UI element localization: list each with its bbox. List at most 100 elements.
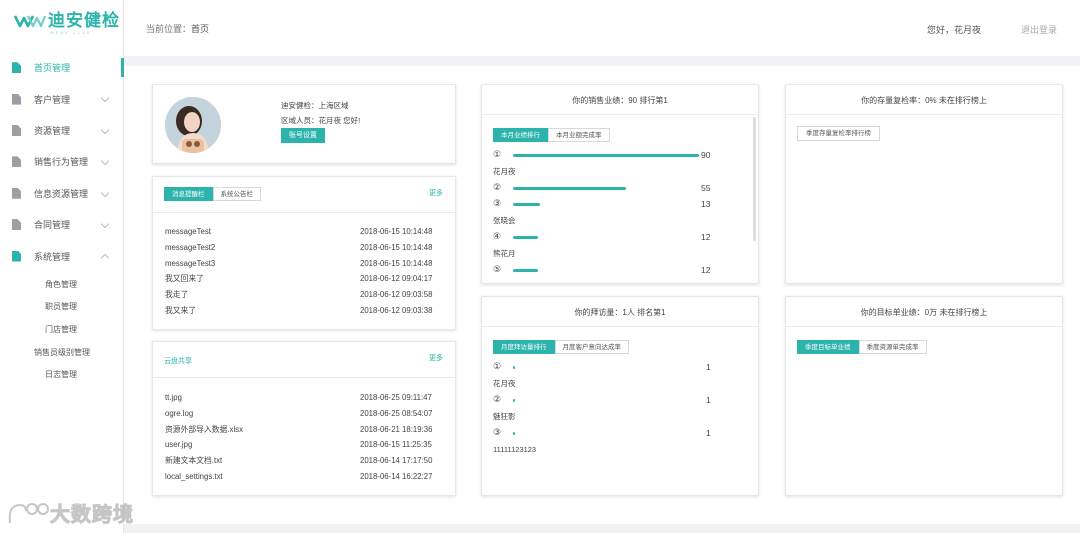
profile-staff: 区域人员：花月夜 您好! (281, 115, 360, 126)
tab-monthly-intent-rate[interactable]: 月度客户意向达成率 (554, 340, 629, 354)
sidebar-item-resources[interactable]: 资源管理 (0, 115, 124, 146)
sidebar-item-label: 系统管理 (34, 251, 71, 262)
file-name: user.jpg (165, 440, 193, 450)
submenu-item-logs[interactable]: 日志管理 (0, 364, 124, 387)
tab-system-announcements[interactable]: 系统公告栏 (212, 187, 261, 201)
watermark-text: 大数跨境 (50, 502, 134, 527)
list-item[interactable]: tt.jpg 2018-06-25 09:11:47 (165, 390, 445, 406)
list-item[interactable]: messageTest3 2018-06-15 10:14:48 (165, 256, 445, 272)
sidebar-item-home[interactable]: 首页管理 (0, 52, 124, 83)
list-item[interactable]: 资源外部导入数据.xlsx 2018-06-21 18:19:36 (165, 422, 445, 438)
messages-more-link[interactable]: 更多 (429, 188, 443, 198)
rank-bar (513, 187, 627, 190)
profile-company: 迪安健检：上海区域 (281, 100, 349, 111)
ranking-row: ⑤ 12 (493, 262, 744, 278)
submenu-item-sales-levels[interactable]: 销售员级别管理 (0, 342, 124, 365)
sidebar-item-info-resources[interactable]: 信息资源管理 (0, 178, 124, 209)
tab-quarterly-resource-rate[interactable]: 季度资源单完成率 (858, 340, 927, 354)
rank-number: ② (493, 394, 502, 404)
document-icon (12, 62, 21, 73)
sales-card-header: 你的销售业绩：90 排行第1 (482, 85, 758, 115)
list-item[interactable]: local_settings.txt 2018-06-14 16:22:27 (165, 469, 445, 485)
brand-logo[interactable]: 迪安健检 WEBE CLUB (14, 12, 120, 36)
bottom-strip (124, 524, 1080, 533)
document-icon (12, 251, 21, 262)
tab-quarterly-target[interactable]: 季度目标单业绩 (797, 340, 859, 354)
message-time: 2018-06-15 10:14:48 (360, 227, 433, 236)
rank-bar (513, 269, 539, 272)
sidebar-item-label: 客户管理 (34, 94, 71, 105)
watermark-logo-icon (8, 502, 49, 523)
sales-ranking-list: ① 90 花月夜 ② 55 ③ 13 张晓会 ④ 12 熊花月 ⑤ 12 (493, 147, 744, 278)
list-item[interactable]: messageTest 2018-06-15 10:14:48 (165, 224, 445, 240)
stock-title: 你的存量复检率：0% 未在排行榜上 (861, 96, 987, 105)
message-title: 我走了 (165, 290, 189, 300)
messages-list: messageTest 2018-06-15 10:14:48 messageTe… (165, 224, 445, 319)
quarterly-stock-rank-button[interactable]: 季度存量复检率排行榜 (797, 126, 880, 141)
rank-person-name: 花月夜 (493, 167, 516, 176)
cloud-share-more-link[interactable]: 更多 (429, 353, 443, 363)
chevron-down-icon (100, 219, 110, 229)
list-item[interactable]: 新建文本文档.txt 2018-06-14 17:17:50 (165, 453, 445, 469)
sidebar-item-contracts[interactable]: 合同管理 (0, 209, 124, 240)
list-item[interactable]: 我又回来了 2018-06-12 09:04:17 (165, 271, 445, 287)
rank-person-name: 熊花月 (493, 249, 516, 258)
cloud-share-card: 云盘共享 更多 tt.jpg 2018-06-25 09:11:47 ogre.l… (152, 341, 456, 496)
profile-company-label: 迪安健检： (281, 101, 319, 110)
submenu-item-roles[interactable]: 角色管理 (0, 274, 124, 297)
target-tabs: 季度目标单业绩 季度资源单完成率 (797, 340, 927, 354)
list-item[interactable]: 我走了 2018-06-12 09:03:58 (165, 287, 445, 303)
account-settings-button[interactable]: 账号设置 (281, 128, 325, 143)
rank-value: 13 (701, 199, 711, 209)
message-time: 2018-06-15 10:14:48 (360, 258, 433, 268)
breadcrumb: 当前位置：首页 (146, 22, 209, 35)
sales-scrollbar[interactable] (753, 117, 756, 241)
ranking-row: ①1 (493, 359, 744, 375)
message-title: messageTest (165, 227, 211, 236)
cloud-share-title[interactable]: 云盘共享 (164, 356, 192, 366)
tab-monthly-sales-completion[interactable]: 本月业额完成率 (548, 128, 610, 142)
file-time: 2018-06-15 11:25:35 (360, 440, 432, 450)
message-time: 2018-06-12 09:04:17 (360, 274, 433, 284)
visits-title: 你的拜访量：1人 排名第1 (574, 308, 666, 317)
messages-card: 消息提醒栏 系统公告栏 更多 messageTest 2018-06-15 10:… (152, 176, 456, 330)
tab-monthly-sales-rank[interactable]: 本月业绩排行 (493, 128, 548, 142)
sidebar-item-sales-behavior[interactable]: 销售行为管理 (0, 146, 124, 177)
profile-staff-label: 区域人员： (281, 116, 319, 125)
file-name: tt.jpg (165, 393, 182, 402)
submenu-item-staff[interactable]: 职员管理 (0, 296, 124, 319)
sidebar-item-label: 信息资源管理 (34, 188, 89, 199)
rank-number: ① (493, 361, 502, 371)
rank-person-name: 张晓会 (493, 216, 516, 225)
breadcrumb-current[interactable]: 首页 (191, 24, 209, 34)
profile-staff-value: 花月夜 您好! (318, 116, 361, 125)
message-title: messageTest2 (165, 242, 216, 252)
target-card: 你的目标单业绩：0万 未在排行榜上 季度目标单业绩 季度资源单完成率 (785, 296, 1063, 496)
sidebar-item-customers[interactable]: 客户管理 (0, 83, 124, 114)
file-name: 资源外部导入数据.xlsx (165, 424, 243, 434)
ranking-row: ② 55 (493, 180, 744, 196)
list-item[interactable]: messageTest2 2018-06-15 10:14:48 (165, 240, 445, 256)
file-time: 2018-06-25 09:11:47 (360, 393, 432, 402)
message-title: messageTest3 (165, 258, 216, 268)
tab-monthly-visits-rank[interactable]: 月度拜访量排行 (493, 340, 555, 354)
rank-value: 55 (701, 183, 711, 193)
rank-person-name: 11111123123 (493, 445, 537, 454)
list-item[interactable]: 我又来了 2018-06-12 09:03:38 (165, 303, 445, 319)
rank-bar (513, 154, 699, 157)
message-time: 2018-06-15 10:14:48 (360, 242, 433, 252)
submenu-item-stores[interactable]: 门店管理 (0, 319, 124, 342)
user-greeting: 您好，花月夜 (927, 25, 982, 35)
target-title: 你的目标单业绩：0万 未在排行榜上 (860, 308, 988, 317)
rank-person-name: 花月夜 (493, 379, 516, 388)
list-item[interactable]: ogre.log 2018-06-25 08:54:07 (165, 406, 445, 422)
sidebar-item-label: 首页管理 (34, 63, 71, 74)
file-time: 2018-06-25 08:54:07 (360, 408, 433, 418)
tab-message-reminders[interactable]: 消息提醒栏 (164, 187, 213, 201)
logout-link[interactable]: 退出登录 (1021, 23, 1057, 36)
rank-value: 90 (701, 150, 711, 160)
document-icon (12, 219, 21, 230)
sidebar-item-system[interactable]: 系统管理 (0, 240, 124, 271)
list-item[interactable]: user.jpg 2018-06-15 11:25:35 (165, 437, 445, 453)
avatar[interactable] (165, 97, 221, 153)
